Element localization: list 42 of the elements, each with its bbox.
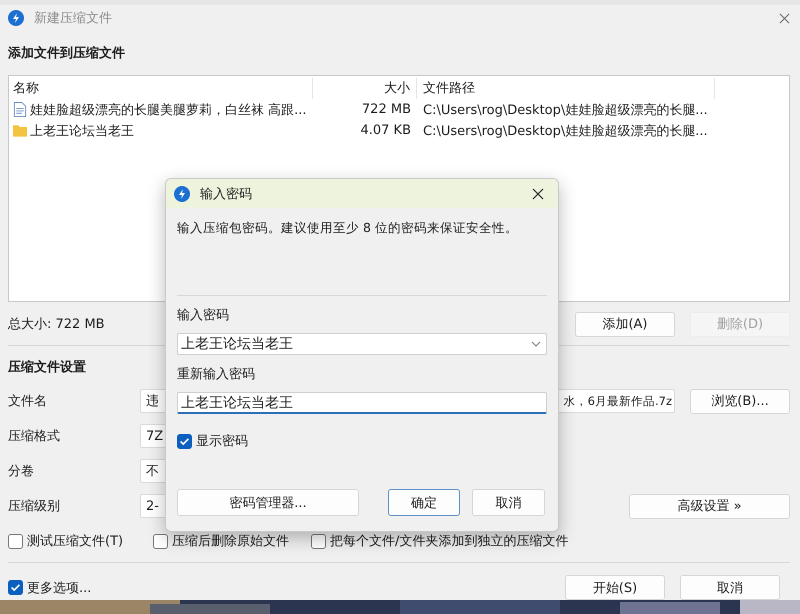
close-icon[interactable] bbox=[532, 188, 544, 200]
dialog-button[interactable]: 取消 bbox=[472, 489, 545, 516]
more-options-checkbox[interactable]: 更多选项... bbox=[8, 578, 92, 596]
option-button[interactable]: 浏览(B)... bbox=[690, 388, 790, 414]
file-size: 722 MB bbox=[360, 102, 412, 117]
file-name[interactable]: 上老王论坛当老王 bbox=[30, 122, 134, 140]
window-title: 新建压缩文件 bbox=[34, 10, 112, 27]
dialog-title: 输入密码 bbox=[200, 186, 252, 202]
field-label: 压缩级别 bbox=[8, 498, 61, 515]
file-path: C:\Users\rog\Desktop\娃娃脸超级漂亮的长腿... bbox=[422, 102, 709, 118]
total-size: 总大小: 722 MB bbox=[8, 316, 106, 333]
field-label: 分卷 bbox=[8, 463, 35, 480]
password-combo[interactable]: 上老王论坛当老王 bbox=[177, 333, 547, 355]
folder-icon bbox=[13, 123, 27, 138]
show-password-checkbox[interactable]: 显示密码 bbox=[177, 431, 547, 451]
column-header[interactable]: 文件路径 bbox=[417, 78, 715, 99]
document-icon bbox=[13, 102, 27, 117]
add-button[interactable]: 添加(A) bbox=[575, 312, 675, 336]
file-path: C:\Users\rog\Desktop\娃娃脸超级漂亮的长腿... bbox=[422, 122, 709, 140]
field-label: 输入密码 bbox=[177, 307, 230, 325]
password-field[interactable]: 上老王论坛当老王 bbox=[177, 392, 547, 414]
column-header[interactable]: 名称 bbox=[9, 78, 313, 99]
app-logo-icon bbox=[174, 186, 190, 202]
field-label: 重新输入密码 bbox=[177, 366, 256, 384]
section-heading: 添加文件到压缩文件 bbox=[8, 44, 125, 63]
checkbox-option[interactable]: 压缩后删除原始文件 bbox=[153, 532, 311, 550]
field-label: 压缩格式 bbox=[8, 428, 61, 445]
field-label: 文件名 bbox=[8, 393, 48, 410]
checkbox-option[interactable]: 把每个文件/文件夹添加到独立的压缩文件 bbox=[311, 532, 568, 550]
option-button[interactable]: 高级设置 » bbox=[629, 494, 790, 518]
column-header[interactable]: 大小 bbox=[313, 78, 417, 99]
checkbox-option[interactable]: 测试压缩文件(T) bbox=[8, 532, 153, 550]
start-button[interactable]: 开始(S) bbox=[565, 575, 665, 600]
cancel-button[interactable]: 取消 bbox=[680, 575, 780, 600]
file-size: 4.07 KB bbox=[359, 123, 412, 138]
dialog-button[interactable]: 确定 bbox=[388, 489, 460, 516]
dialog-message: 输入压缩包密码。建议使用至少 8 位的密码来保证安全性。 bbox=[177, 219, 519, 237]
dialog-button[interactable]: 密码管理器... bbox=[177, 489, 359, 516]
app-logo-icon bbox=[8, 10, 24, 26]
section-heading: 压缩文件设置 bbox=[8, 358, 86, 377]
chevron-down-icon bbox=[531, 341, 541, 347]
file-name[interactable]: 娃娃脸超级漂亮的长腿美腿萝莉，白丝袜 高跟... bbox=[30, 100, 307, 118]
